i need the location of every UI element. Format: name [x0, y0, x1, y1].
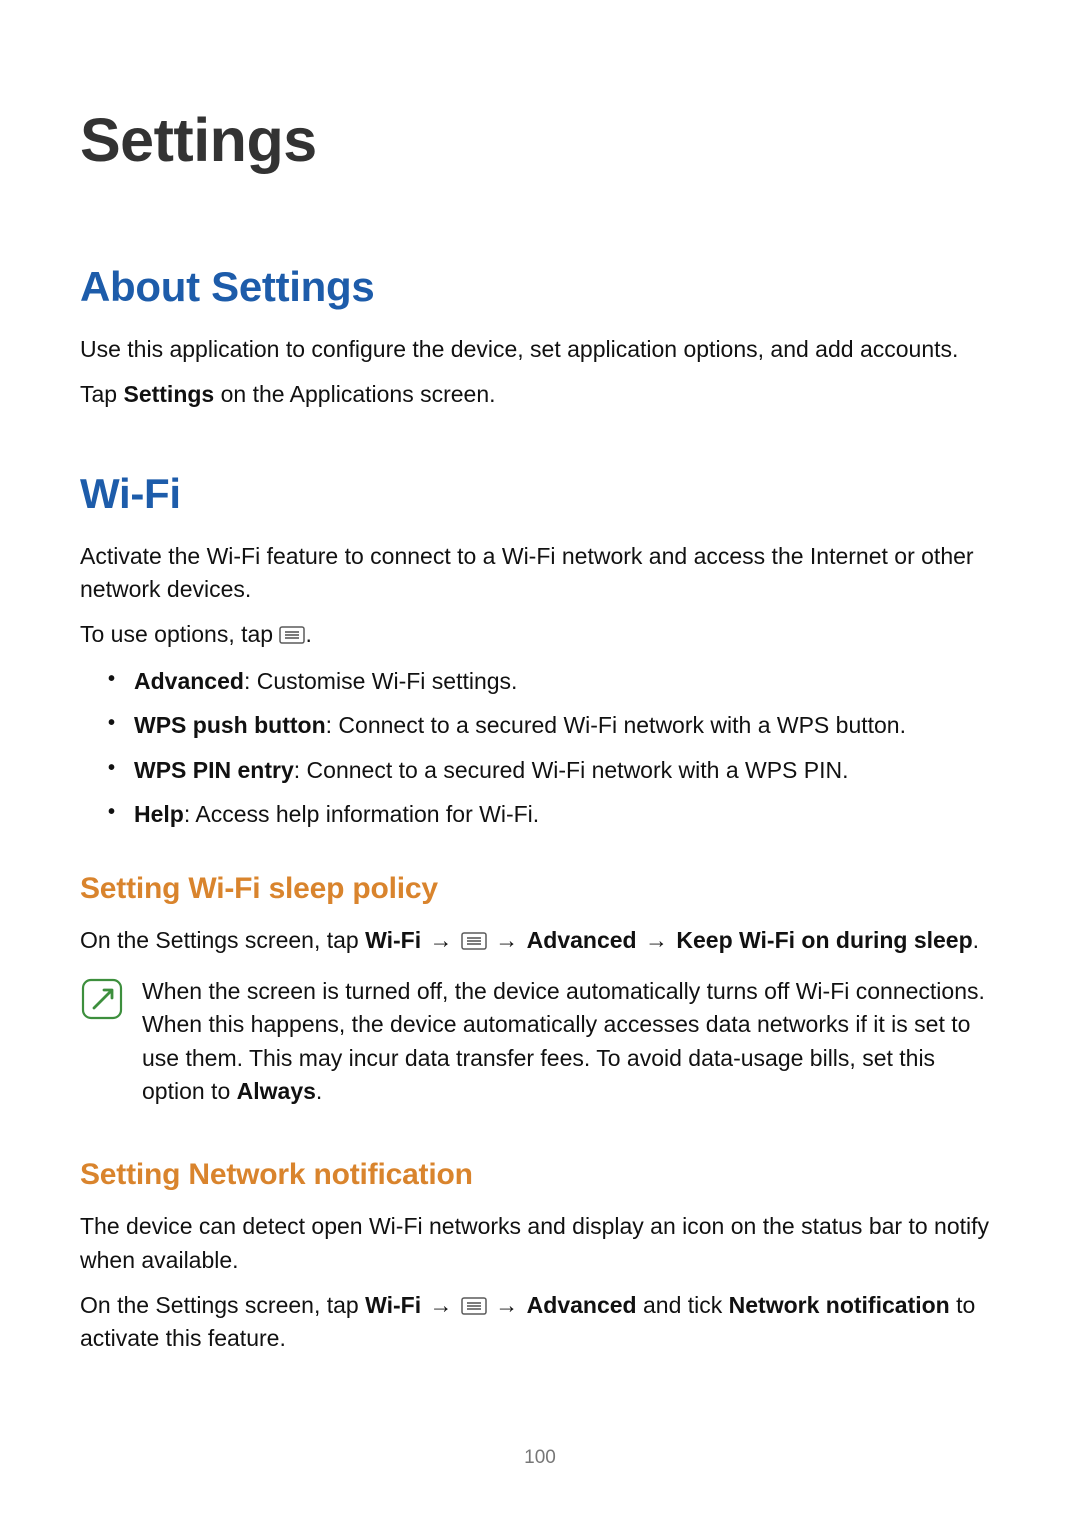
option-label: Advanced: [134, 668, 244, 694]
wifi-heading: Wi-Fi: [80, 470, 1000, 518]
option-label: WPS PIN entry: [134, 757, 294, 783]
bold-settings: Settings: [123, 381, 214, 407]
option-text: : Connect to a secured Wi-Fi network wit…: [294, 757, 849, 783]
chapter-title: Settings: [80, 105, 1000, 175]
bold-advanced: Advanced: [527, 927, 637, 953]
page-number: 100: [0, 1447, 1080, 1469]
wifi-options-line: To use options, tap .: [80, 618, 1000, 651]
text-fragment: On the Settings screen, tap: [80, 927, 365, 953]
menu-icon: [279, 620, 305, 638]
option-text: : Access help information for Wi-Fi.: [184, 801, 539, 827]
note-block: When the screen is turned off, the devic…: [80, 975, 1000, 1108]
arrow: →: [487, 1292, 527, 1318]
list-item: Advanced: Customise Wi-Fi settings.: [114, 664, 1000, 699]
note-icon: [80, 977, 124, 1021]
network-notification-p1: The device can detect open Wi-Fi network…: [80, 1210, 1000, 1277]
option-label: WPS push button: [134, 712, 326, 738]
wifi-sleep-path: On the Settings screen, tap Wi-Fi → → Ad…: [80, 924, 1000, 957]
text-fragment: .: [305, 621, 311, 647]
arrow: →: [421, 1292, 461, 1318]
list-item: WPS PIN entry: Connect to a secured Wi-F…: [114, 753, 1000, 788]
about-settings-heading: About Settings: [80, 263, 1000, 311]
text-fragment: and tick: [637, 1292, 729, 1318]
text-fragment: .: [973, 927, 979, 953]
bold-advanced: Advanced: [527, 1292, 637, 1318]
bold-network-notification: Network notification: [729, 1292, 950, 1318]
bold-wifi: Wi-Fi: [365, 1292, 421, 1318]
menu-icon: [461, 1291, 487, 1309]
bold-always: Always: [237, 1078, 316, 1104]
note-text: When the screen is turned off, the devic…: [142, 975, 1000, 1108]
text-fragment: on the Applications screen.: [214, 381, 495, 407]
list-item: Help: Access help information for Wi-Fi.: [114, 797, 1000, 832]
option-label: Help: [134, 801, 184, 827]
network-notification-heading: Setting Network notification: [80, 1158, 1000, 1192]
bold-wifi: Wi-Fi: [365, 927, 421, 953]
text-fragment: Tap: [80, 381, 123, 407]
network-notification-p2: On the Settings screen, tap Wi-Fi → → Ad…: [80, 1289, 1000, 1356]
text-fragment: To use options, tap: [80, 621, 279, 647]
about-settings-p1: Use this application to configure the de…: [80, 333, 1000, 366]
page-content: Settings About Settings Use this applica…: [0, 0, 1080, 1428]
option-text: : Connect to a secured Wi-Fi network wit…: [326, 712, 906, 738]
list-item: WPS push button: Connect to a secured Wi…: [114, 708, 1000, 743]
text-fragment: .: [316, 1078, 322, 1104]
wifi-intro: Activate the Wi-Fi feature to connect to…: [80, 540, 1000, 607]
option-text: : Customise Wi-Fi settings.: [244, 668, 518, 694]
about-settings-p2: Tap Settings on the Applications screen.: [80, 378, 1000, 411]
arrow: →: [487, 927, 527, 953]
menu-icon: [461, 926, 487, 944]
bold-keep-wifi: Keep Wi-Fi on during sleep: [676, 927, 972, 953]
wifi-options-list: Advanced: Customise Wi-Fi settings. WPS …: [80, 664, 1000, 832]
arrow: →: [421, 927, 461, 953]
arrow: →: [637, 927, 677, 953]
wifi-sleep-heading: Setting Wi-Fi sleep policy: [80, 872, 1000, 906]
text-fragment: On the Settings screen, tap: [80, 1292, 365, 1318]
